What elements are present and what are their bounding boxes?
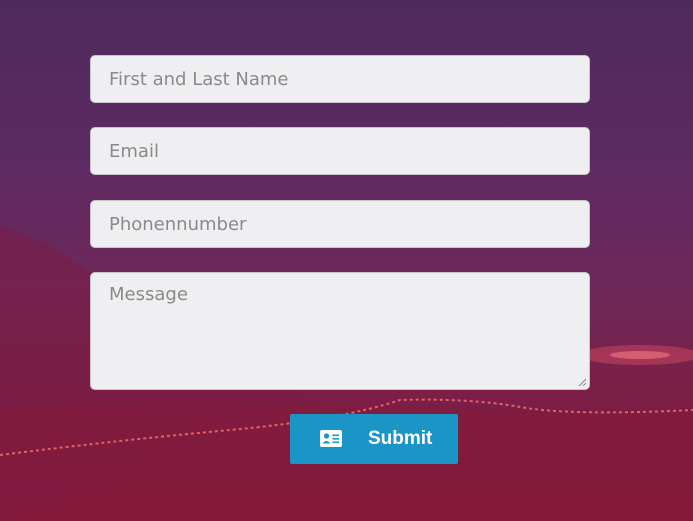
submit-label: Submit	[368, 428, 433, 449]
name-field[interactable]: First and Last Name	[90, 55, 590, 103]
submit-button[interactable]: Submit	[290, 414, 458, 464]
name-placeholder: First and Last Name	[109, 69, 289, 90]
email-field[interactable]: Email	[90, 127, 590, 175]
contact-card-icon	[320, 430, 342, 447]
resize-grip-icon[interactable]	[578, 378, 586, 386]
phone-placeholder: Phonennumber	[109, 214, 247, 235]
message-placeholder: Message	[109, 284, 188, 305]
message-textarea[interactable]: Message	[90, 272, 590, 390]
email-placeholder: Email	[109, 141, 159, 162]
phone-field[interactable]: Phonennumber	[90, 200, 590, 248]
